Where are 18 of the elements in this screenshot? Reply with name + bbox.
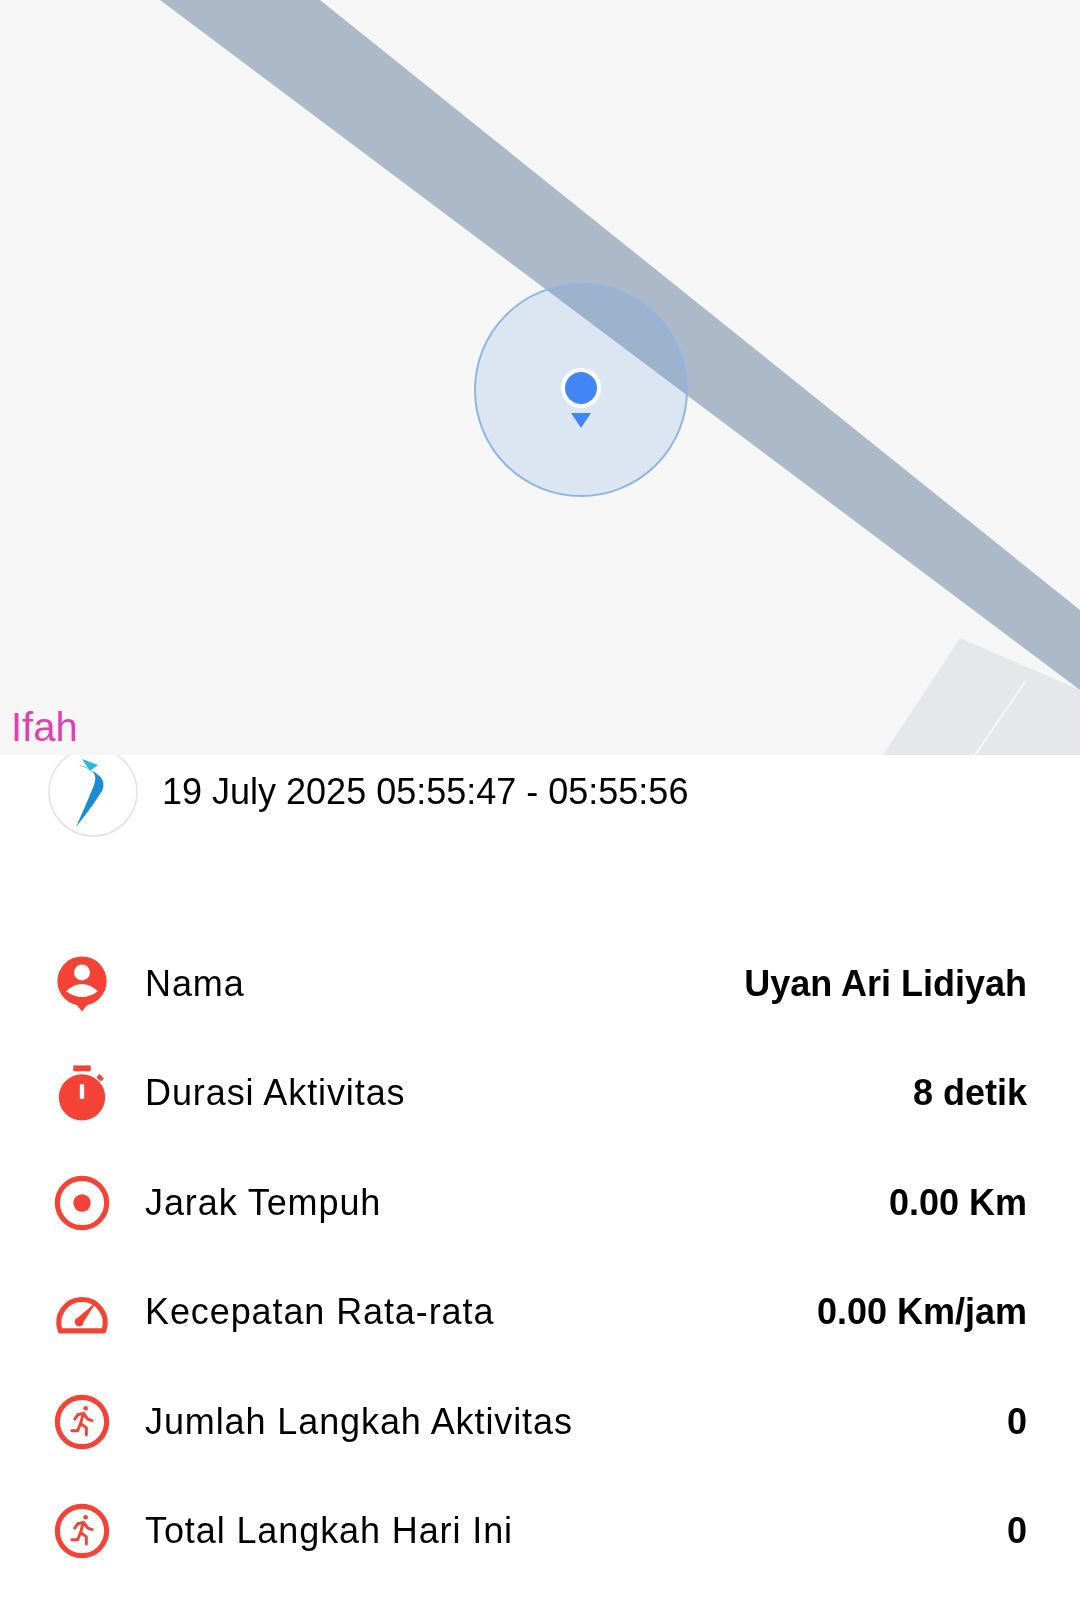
stat-label: Nama bbox=[145, 961, 245, 1006]
stat-label: Jumlah Langkah Aktivitas bbox=[145, 1399, 573, 1444]
stat-value: Uyan Ari Lidiyah bbox=[744, 961, 1027, 1006]
session-time-range: 19 July 2025 05:55:47 - 05:55:56 bbox=[162, 770, 689, 814]
location-marker-icon bbox=[559, 366, 603, 430]
stat-value: 0 bbox=[1006, 1509, 1027, 1554]
stat-label: Jarak Tempuh bbox=[145, 1180, 382, 1225]
map-label: Ifah bbox=[11, 707, 78, 747]
stat-label: Kecepatan Rata-rata bbox=[145, 1290, 495, 1335]
stat-label: Durasi Aktivitas bbox=[145, 1071, 406, 1116]
stat-value: 0 bbox=[1006, 1399, 1027, 1444]
runner-icon bbox=[53, 1502, 111, 1561]
stat-value: 0.00 Km/jam bbox=[816, 1290, 1027, 1335]
stat-value: 0.00 Km bbox=[888, 1180, 1027, 1225]
stat-label: Total Langkah Hari Ini bbox=[145, 1509, 513, 1554]
stat-value: 8 detik bbox=[912, 1071, 1027, 1116]
target-icon bbox=[53, 1173, 111, 1232]
runner-icon bbox=[53, 1392, 111, 1451]
